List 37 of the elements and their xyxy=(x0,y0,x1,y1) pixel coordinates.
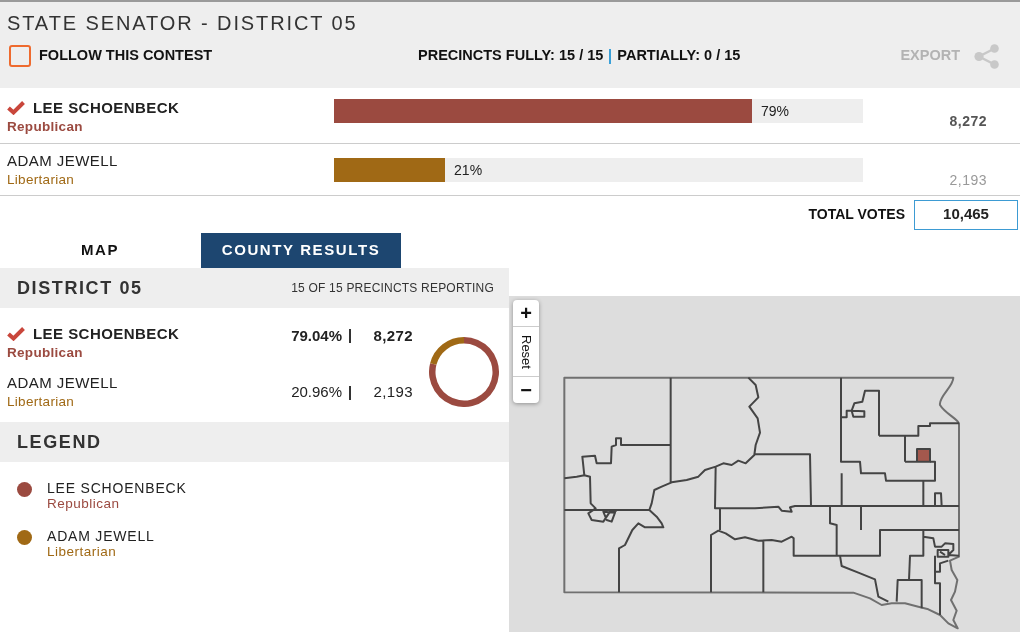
legend-name: ADAM JEWELL xyxy=(47,528,155,544)
candidate-name: ADAM JEWELL xyxy=(7,152,118,170)
tab[interactable]: COUNTY RESULTS xyxy=(201,233,401,268)
candidate-name: LEE SCHOENBECK xyxy=(33,99,180,117)
precincts-partially-text: PARTIALLY: 0 / 15 xyxy=(617,46,741,66)
total-votes-label: TOTAL VOTES xyxy=(808,205,905,224)
contest-title: STATE SENATOR - DISTRICT 05 xyxy=(6,11,359,35)
zoom-out-button[interactable]: − xyxy=(513,377,539,403)
check-icon xyxy=(7,101,25,115)
party-label: Republican xyxy=(7,118,84,136)
precincts-reporting-text: 15 OF 15 PRECINCTS REPORTING xyxy=(291,280,494,297)
reset-button[interactable]: Reset xyxy=(513,326,539,377)
percent-text: 20.96% xyxy=(291,382,342,403)
candidate-name: LEE SCHOENBECK xyxy=(33,325,180,343)
zoom-in-button[interactable]: + xyxy=(513,300,539,326)
district-title: DISTRICT 05 xyxy=(17,276,143,300)
percent-label: 21% xyxy=(454,160,483,180)
check-icon xyxy=(7,327,25,341)
share-icon[interactable] xyxy=(974,43,1000,69)
percent-label: 79% xyxy=(760,101,789,121)
vote-count: 2,193 xyxy=(372,382,413,403)
party-label: Republican xyxy=(7,344,84,362)
vote-count: 2,193 xyxy=(949,172,987,188)
percent-text: 79.04% xyxy=(291,326,342,346)
legend-name: LEE SCHOENBECK xyxy=(47,480,187,496)
candidate-name: ADAM JEWELL xyxy=(7,374,118,392)
party-label: Libertarian xyxy=(7,171,76,189)
follow-checkbox[interactable] xyxy=(9,45,31,67)
party-label: Libertarian xyxy=(7,393,76,411)
precincts-fully-text: PRECINCTS FULLY: 15 / 15 xyxy=(418,46,604,66)
follow-label[interactable]: FOLLOW THIS CONTEST xyxy=(39,45,213,67)
vote-count: 8,272 xyxy=(372,326,413,346)
legend-party: Republican xyxy=(47,496,121,512)
total-votes-value: 10,465 xyxy=(914,199,1018,230)
legend-title: LEGEND xyxy=(17,430,102,454)
vote-count: 8,272 xyxy=(949,113,987,129)
legend-party: Libertarian xyxy=(47,544,118,560)
